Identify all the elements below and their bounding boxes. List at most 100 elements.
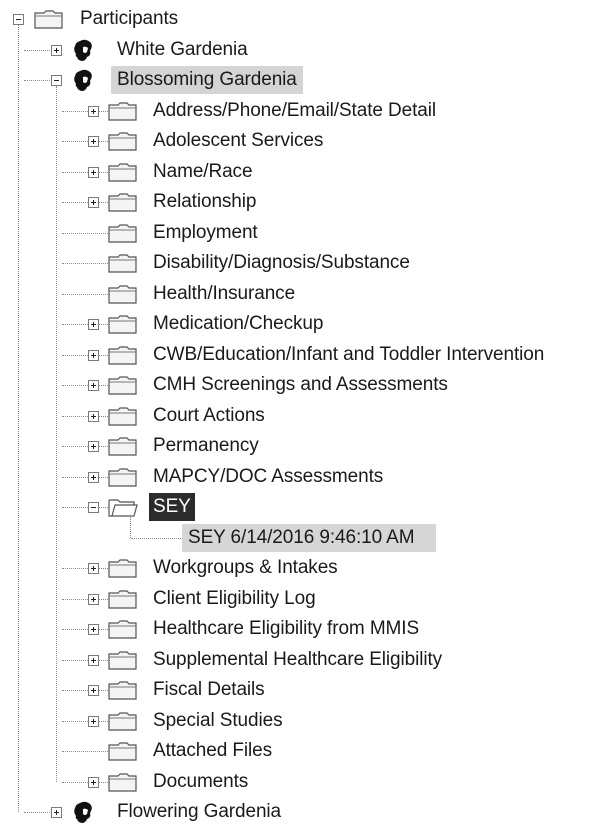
section-expand-toggle[interactable] xyxy=(88,624,99,635)
participant-expand-toggle[interactable] xyxy=(51,807,62,818)
tree-connector-horizontal xyxy=(62,232,110,234)
person-icon xyxy=(74,38,96,67)
section-folder-item[interactable]: CMH Screenings and Assessments xyxy=(153,371,448,399)
tree-connector-horizontal xyxy=(62,202,110,203)
section-expand-toggle[interactable] xyxy=(88,654,99,666)
folder-icon xyxy=(108,252,138,279)
tree-connector-vertical xyxy=(18,25,19,812)
folder-icon xyxy=(108,740,138,767)
tree-connector-horizontal xyxy=(62,751,110,752)
folder-icon xyxy=(108,771,138,798)
folder-icon xyxy=(108,161,138,188)
folder-icon xyxy=(108,649,138,676)
section-expand-toggle[interactable] xyxy=(88,319,99,330)
participant-node[interactable]: White Gardenia xyxy=(117,36,248,64)
section-folder-item[interactable]: Relationship xyxy=(153,188,256,216)
participant-node[interactable]: Blossoming Gardenia xyxy=(111,66,303,94)
folder-icon xyxy=(108,435,138,462)
folder-icon xyxy=(108,679,138,706)
participant-node[interactable]: Flowering Gardenia xyxy=(117,798,281,826)
tree-connector-horizontal xyxy=(62,629,110,630)
section-folder-item[interactable]: Documents xyxy=(153,768,248,796)
tree-connector-horizontal xyxy=(62,507,110,508)
folder-icon xyxy=(108,466,138,493)
folder-icon xyxy=(108,344,138,371)
person-icon xyxy=(74,800,96,829)
section-expand-toggle[interactable] xyxy=(88,380,99,391)
folder-icon xyxy=(108,222,138,249)
tree-connector-horizontal xyxy=(24,812,52,813)
section-expand-toggle[interactable] xyxy=(88,410,99,422)
tree-connector-horizontal xyxy=(62,690,110,691)
section-expand-toggle[interactable] xyxy=(88,685,99,696)
tree-connector-horizontal xyxy=(62,385,110,386)
section-expand-toggle[interactable] xyxy=(88,136,99,147)
tree-connector-horizontal xyxy=(62,110,110,112)
section-folder-item[interactable]: Client Eligibility Log xyxy=(153,585,316,613)
section-folder-item[interactable]: Supplemental Healthcare Eligibility xyxy=(153,646,442,674)
section-expand-toggle[interactable] xyxy=(88,563,99,574)
section-folder-item[interactable]: SEY xyxy=(149,493,195,521)
section-expand-toggle[interactable] xyxy=(88,349,99,361)
tree-connector-vertical xyxy=(130,517,131,538)
tree-connector-horizontal xyxy=(62,568,110,569)
participants-tree: Participants White Gardenia Blossoming Gar… xyxy=(0,0,599,830)
tree-connector-horizontal xyxy=(62,171,110,173)
section-folder-item[interactable]: Address/Phone/Email/State Detail xyxy=(153,97,436,125)
section-folder-item[interactable]: Workgroups & Intakes xyxy=(153,554,338,582)
section-expand-toggle[interactable] xyxy=(88,105,99,117)
section-folder-item[interactable]: Permanency xyxy=(153,432,259,460)
section-folder-item[interactable]: Health/Insurance xyxy=(153,280,295,308)
folder-icon xyxy=(108,588,138,615)
tree-connector-horizontal xyxy=(62,293,110,295)
section-expand-toggle[interactable] xyxy=(88,502,99,513)
root-collapse-toggle[interactable] xyxy=(13,14,24,25)
tree-root-participants[interactable]: Participants xyxy=(80,5,178,33)
tree-connector-horizontal xyxy=(62,354,110,356)
section-expand-toggle[interactable] xyxy=(88,166,99,178)
tree-connector-horizontal xyxy=(62,446,110,447)
tree-connector-horizontal xyxy=(24,49,52,51)
folder-icon xyxy=(108,283,138,310)
participant-expand-toggle[interactable] xyxy=(51,44,62,56)
section-folder-item[interactable]: CWB/Education/Infant and Toddler Interve… xyxy=(153,341,544,369)
section-folder-item[interactable]: Attached Files xyxy=(153,737,272,765)
section-folder-item[interactable]: Fiscal Details xyxy=(153,676,265,704)
folder-icon xyxy=(108,557,138,584)
folder-icon xyxy=(108,374,138,401)
person-icon xyxy=(74,68,96,97)
section-folder-item[interactable]: Name/Race xyxy=(153,158,253,186)
section-expand-toggle[interactable] xyxy=(88,593,99,605)
tree-connector-horizontal xyxy=(24,80,52,81)
section-folder-item[interactable]: Disability/Diagnosis/Substance xyxy=(153,249,410,277)
section-folder-item[interactable]: Healthcare Eligibility from MMIS xyxy=(153,615,419,643)
section-folder-item[interactable]: Special Studies xyxy=(153,707,283,735)
tree-connector-vertical xyxy=(56,86,57,782)
folder-icon xyxy=(34,8,64,35)
folder-icon xyxy=(108,130,138,157)
sey-record-item[interactable]: SEY 6/14/2016 9:46:10 AM xyxy=(182,523,437,552)
folder-icon xyxy=(108,313,138,340)
folder-icon xyxy=(108,100,138,127)
folder-icon xyxy=(108,191,138,218)
section-folder-item[interactable]: Employment xyxy=(153,219,258,247)
section-folder-item[interactable]: Adolescent Services xyxy=(153,127,323,155)
tree-connector-horizontal xyxy=(62,720,110,722)
participant-expand-toggle[interactable] xyxy=(51,75,62,86)
section-folder-item[interactable]: Medication/Checkup xyxy=(153,310,323,338)
section-expand-toggle[interactable] xyxy=(88,776,99,788)
section-expand-toggle[interactable] xyxy=(88,471,99,483)
section-folder-item[interactable]: Court Actions xyxy=(153,402,265,430)
tree-connector-horizontal xyxy=(62,598,110,600)
section-folder-item[interactable]: MAPCY/DOC Assessments xyxy=(153,463,383,491)
tree-connector-horizontal xyxy=(62,415,110,417)
folder-icon xyxy=(108,710,138,737)
folder-icon xyxy=(108,405,138,432)
section-expand-toggle[interactable] xyxy=(88,715,99,727)
tree-connector-horizontal xyxy=(62,141,110,142)
folder-icon xyxy=(108,618,138,645)
section-expand-toggle[interactable] xyxy=(88,197,99,208)
section-expand-toggle[interactable] xyxy=(88,441,99,452)
tree-connector-horizontal xyxy=(62,659,110,661)
open-folder-icon xyxy=(108,496,138,523)
